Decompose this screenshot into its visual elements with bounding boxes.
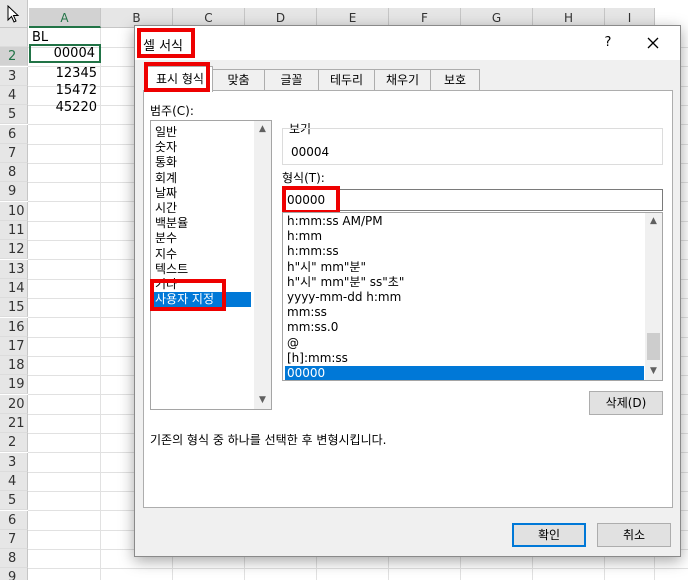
row-header[interactable] (0, 28, 28, 47)
row-header[interactable]: 15 (0, 298, 28, 317)
format-item[interactable]: h"시" mm"분" ss"초" (285, 275, 644, 290)
cell-a5[interactable]: 45220 (29, 98, 101, 117)
row-header[interactable]: 5 (0, 105, 28, 124)
close-icon (647, 37, 659, 49)
row-header[interactable]: 16 (0, 318, 28, 337)
format-item[interactable]: h:mm (285, 229, 644, 244)
row-header[interactable]: 2 (0, 47, 28, 66)
row-header[interactable]: 12 (0, 240, 28, 259)
category-scrollbar[interactable]: ▲ ▼ (254, 121, 271, 409)
row-header[interactable]: 19 (0, 375, 28, 394)
format-item[interactable]: h:mm:ss (285, 244, 644, 259)
category-item[interactable]: 분수 (153, 231, 249, 246)
cell-a2[interactable]: 00004 (29, 44, 101, 63)
row-header[interactable]: 8 (0, 163, 28, 182)
grid-line-horizontal (28, 568, 688, 569)
row-header[interactable]: 13 (0, 260, 28, 279)
format-scrollbar[interactable]: ▲ ▼ (645, 213, 662, 380)
select-all-corner[interactable] (0, 0, 28, 28)
format-scroll-down-icon[interactable]: ▼ (645, 363, 662, 380)
row-header[interactable]: 3 (0, 67, 28, 86)
category-highlight-box (150, 279, 226, 311)
preview-group: 00004 (282, 128, 663, 165)
row-header[interactable]: 9 (0, 182, 28, 201)
category-item[interactable]: 회계 (153, 171, 249, 186)
cancel-button[interactable]: 취소 (597, 523, 671, 547)
title-highlight-box (137, 28, 195, 58)
number-tab-panel: 범주(C): 일반 숫자 통화 회계 날짜 시간 백분율 분수 지수 텍스트 기타 사용자 지정 ▲ … (143, 90, 673, 508)
category-item[interactable]: 텍스트 (153, 262, 249, 277)
row-header[interactable]: 6 (0, 511, 28, 530)
row-header[interactable]: 17 (0, 337, 28, 356)
row-header[interactable]: 10 (0, 202, 28, 221)
category-item[interactable]: 통화 (153, 155, 249, 170)
format-listbox[interactable]: h:mm:ss AM/PM h:mm h:mm:ss h"시" mm"분" h"시" m… (282, 212, 663, 381)
row-header[interactable]: 9 (0, 568, 28, 580)
category-item[interactable]: 숫자 (153, 140, 249, 155)
category-item[interactable]: 백분율 (153, 216, 249, 231)
tab-highlight-box (144, 62, 210, 92)
format-item[interactable]: 00000 (285, 366, 644, 380)
row-header[interactable]: 21 (0, 414, 28, 433)
format-label: 형식(T): (282, 171, 325, 185)
delete-button[interactable]: 삭제(D) (589, 391, 663, 415)
preview-value: 00004 (291, 145, 330, 159)
format-highlight-box (282, 186, 340, 214)
column-header-a[interactable]: A (29, 8, 101, 28)
tab-border[interactable]: 테두리 (318, 69, 375, 91)
category-listbox[interactable]: 일반 숫자 통화 회계 날짜 시간 백분율 분수 지수 텍스트 기타 사용자 지정 ▲ ▼ (150, 120, 272, 410)
row-header[interactable]: 6 (0, 125, 28, 144)
row-header[interactable]: 4 (0, 472, 28, 491)
help-button[interactable]: ? (598, 33, 618, 53)
row-header[interactable]: 4 (0, 86, 28, 105)
row-header[interactable]: 7 (0, 530, 28, 549)
row-header[interactable]: 11 (0, 221, 28, 240)
format-item[interactable]: @ (285, 336, 644, 351)
format-item[interactable]: mm:ss.0 (285, 320, 644, 335)
dialog-titlebar: 셀 서식 ? (135, 26, 680, 60)
row-header[interactable]: 20 (0, 395, 28, 414)
category-item[interactable]: 날짜 (153, 186, 249, 201)
close-button[interactable] (641, 31, 665, 55)
row-header[interactable]: 5 (0, 491, 28, 510)
format-scroll-thumb[interactable] (647, 333, 660, 360)
row-header[interactable]: 7 (0, 144, 28, 163)
row-header[interactable]: 2 (0, 433, 28, 452)
ok-button[interactable]: 확인 (512, 523, 586, 547)
tab-alignment[interactable]: 맞춤 (212, 69, 265, 91)
scroll-down-icon[interactable]: ▼ (254, 392, 271, 409)
category-item[interactable]: 일반 (153, 125, 249, 140)
tab-protection[interactable]: 보호 (430, 69, 480, 91)
tab-fill[interactable]: 채우기 (374, 69, 431, 91)
row-header[interactable]: 8 (0, 549, 28, 568)
category-label: 범주(C): (150, 104, 194, 118)
format-item[interactable]: [h]:mm:ss (285, 351, 644, 366)
scroll-up-icon[interactable]: ▲ (254, 121, 271, 138)
mouse-pointer-icon (7, 5, 20, 23)
row-header[interactable]: 3 (0, 453, 28, 472)
row-header[interactable]: 18 (0, 356, 28, 375)
row-header[interactable]: 14 (0, 279, 28, 298)
format-item[interactable]: mm:ss (285, 305, 644, 320)
description-text: 기존의 형식 중 하나를 선택한 후 변형시킵니다. (150, 433, 387, 447)
category-item[interactable]: 시간 (153, 201, 249, 216)
format-item[interactable]: yyyy-mm-dd h:mm (285, 290, 644, 305)
tab-font[interactable]: 글꼴 (264, 69, 319, 91)
category-item[interactable]: 지수 (153, 247, 249, 262)
format-cells-dialog: 셀 서식 ? 표시 형식 맞춤 글꼴 테두리 채우기 보호 범주(C): 일반 숫… (134, 25, 681, 557)
format-item[interactable]: h:mm:ss AM/PM (285, 214, 644, 229)
format-scroll-up-icon[interactable]: ▲ (645, 213, 662, 230)
format-item[interactable]: h"시" mm"분" (285, 260, 644, 275)
